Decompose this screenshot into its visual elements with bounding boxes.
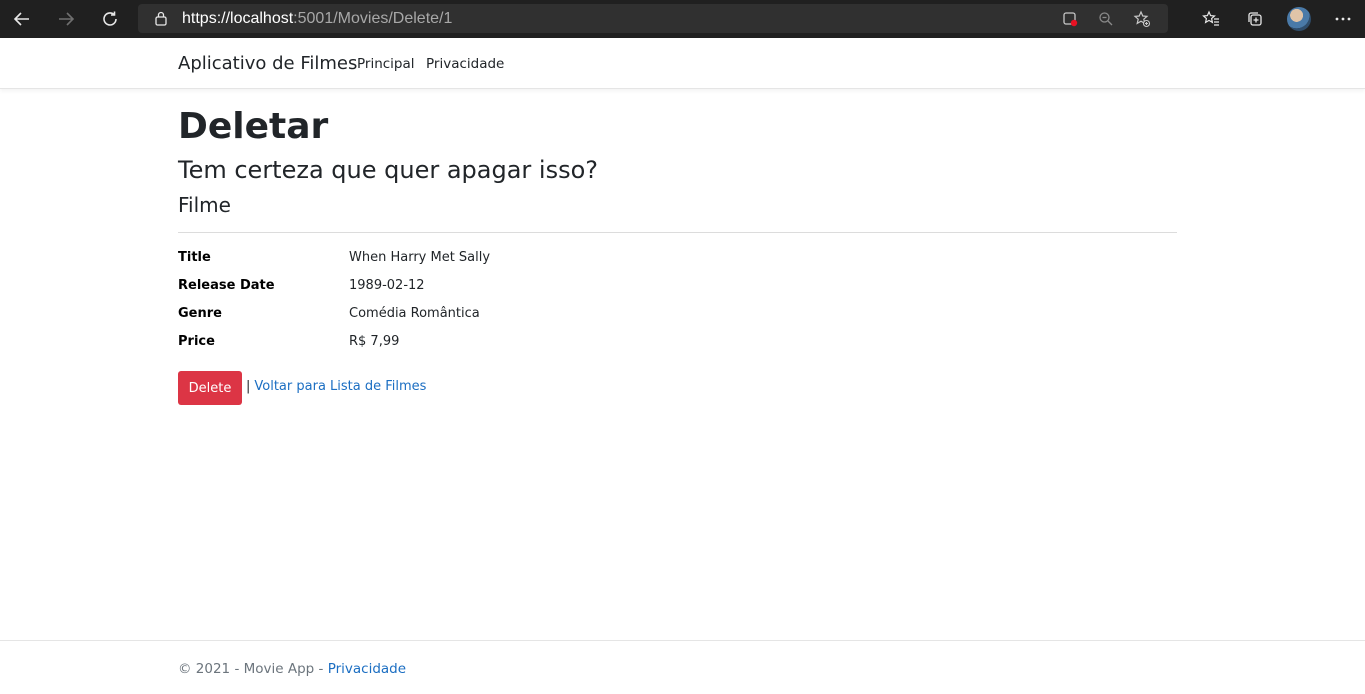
url-text: https://localhost:5001/Movies/Delete/1 bbox=[182, 10, 452, 28]
page-title: Deletar bbox=[178, 106, 329, 147]
divider bbox=[178, 232, 1177, 233]
details-list: Title When Harry Met Sally Release Date … bbox=[178, 250, 1177, 362]
app-install-icon[interactable] bbox=[1052, 4, 1088, 33]
site-navbar: Aplicativo de Filmes Principal Privacida… bbox=[0, 38, 1365, 89]
footer-privacy-link[interactable]: Privacidade bbox=[328, 661, 406, 677]
main-content: Deletar Tem certeza que quer apagar isso… bbox=[178, 104, 1177, 405]
detail-row-genre: Genre Comédia Romântica bbox=[178, 306, 1177, 334]
detail-row-release-date: Release Date 1989-02-12 bbox=[178, 278, 1177, 306]
copyright-text: © 2021 - Movie App - bbox=[178, 661, 328, 677]
entity-heading: Filme bbox=[178, 193, 231, 217]
separator: | bbox=[246, 378, 251, 394]
forward-arrow-icon[interactable] bbox=[44, 0, 88, 38]
detail-row-price: Price R$ 7,99 bbox=[178, 334, 1177, 362]
zoom-icon[interactable] bbox=[1088, 4, 1124, 33]
detail-value: Comédia Romântica bbox=[349, 306, 480, 321]
detail-label: Release Date bbox=[178, 278, 275, 293]
nav-link-principal[interactable]: Principal bbox=[357, 56, 415, 72]
detail-row-title: Title When Harry Met Sally bbox=[178, 250, 1177, 278]
detail-label: Price bbox=[178, 334, 215, 349]
detail-label: Title bbox=[178, 250, 211, 265]
url-host: https://localhost bbox=[182, 9, 294, 27]
nav-link-privacidade[interactable]: Privacidade bbox=[426, 56, 504, 72]
form-actions: Delete | Voltar para Lista de Filmes bbox=[178, 371, 1177, 405]
detail-value: R$ 7,99 bbox=[349, 334, 400, 349]
back-to-list-link[interactable]: Voltar para Lista de Filmes bbox=[254, 379, 426, 394]
browser-toolbar: https://localhost:5001/Movies/Delete/1 bbox=[0, 0, 1365, 38]
address-bar[interactable]: https://localhost:5001/Movies/Delete/1 bbox=[138, 4, 1168, 33]
favorites-icon[interactable] bbox=[1189, 0, 1233, 38]
url-path: :5001/Movies/Delete/1 bbox=[293, 9, 453, 27]
delete-button[interactable]: Delete bbox=[178, 371, 242, 405]
brand-link[interactable]: Aplicativo de Filmes bbox=[178, 53, 357, 74]
back-arrow-icon[interactable] bbox=[0, 0, 44, 38]
confirm-question: Tem certeza que quer apagar isso? bbox=[178, 156, 599, 184]
detail-value: 1989-02-12 bbox=[349, 278, 425, 293]
collections-icon[interactable] bbox=[1233, 0, 1277, 38]
footer-text: © 2021 - Movie App - Privacidade bbox=[178, 661, 406, 677]
more-icon[interactable] bbox=[1321, 0, 1365, 38]
detail-label: Genre bbox=[178, 306, 222, 321]
lock-icon[interactable] bbox=[152, 11, 170, 26]
detail-value: When Harry Met Sally bbox=[349, 250, 491, 265]
add-favorite-icon[interactable] bbox=[1124, 4, 1160, 33]
refresh-icon[interactable] bbox=[88, 0, 132, 38]
profile-avatar[interactable] bbox=[1277, 0, 1321, 38]
footer: © 2021 - Movie App - Privacidade bbox=[0, 640, 1365, 694]
